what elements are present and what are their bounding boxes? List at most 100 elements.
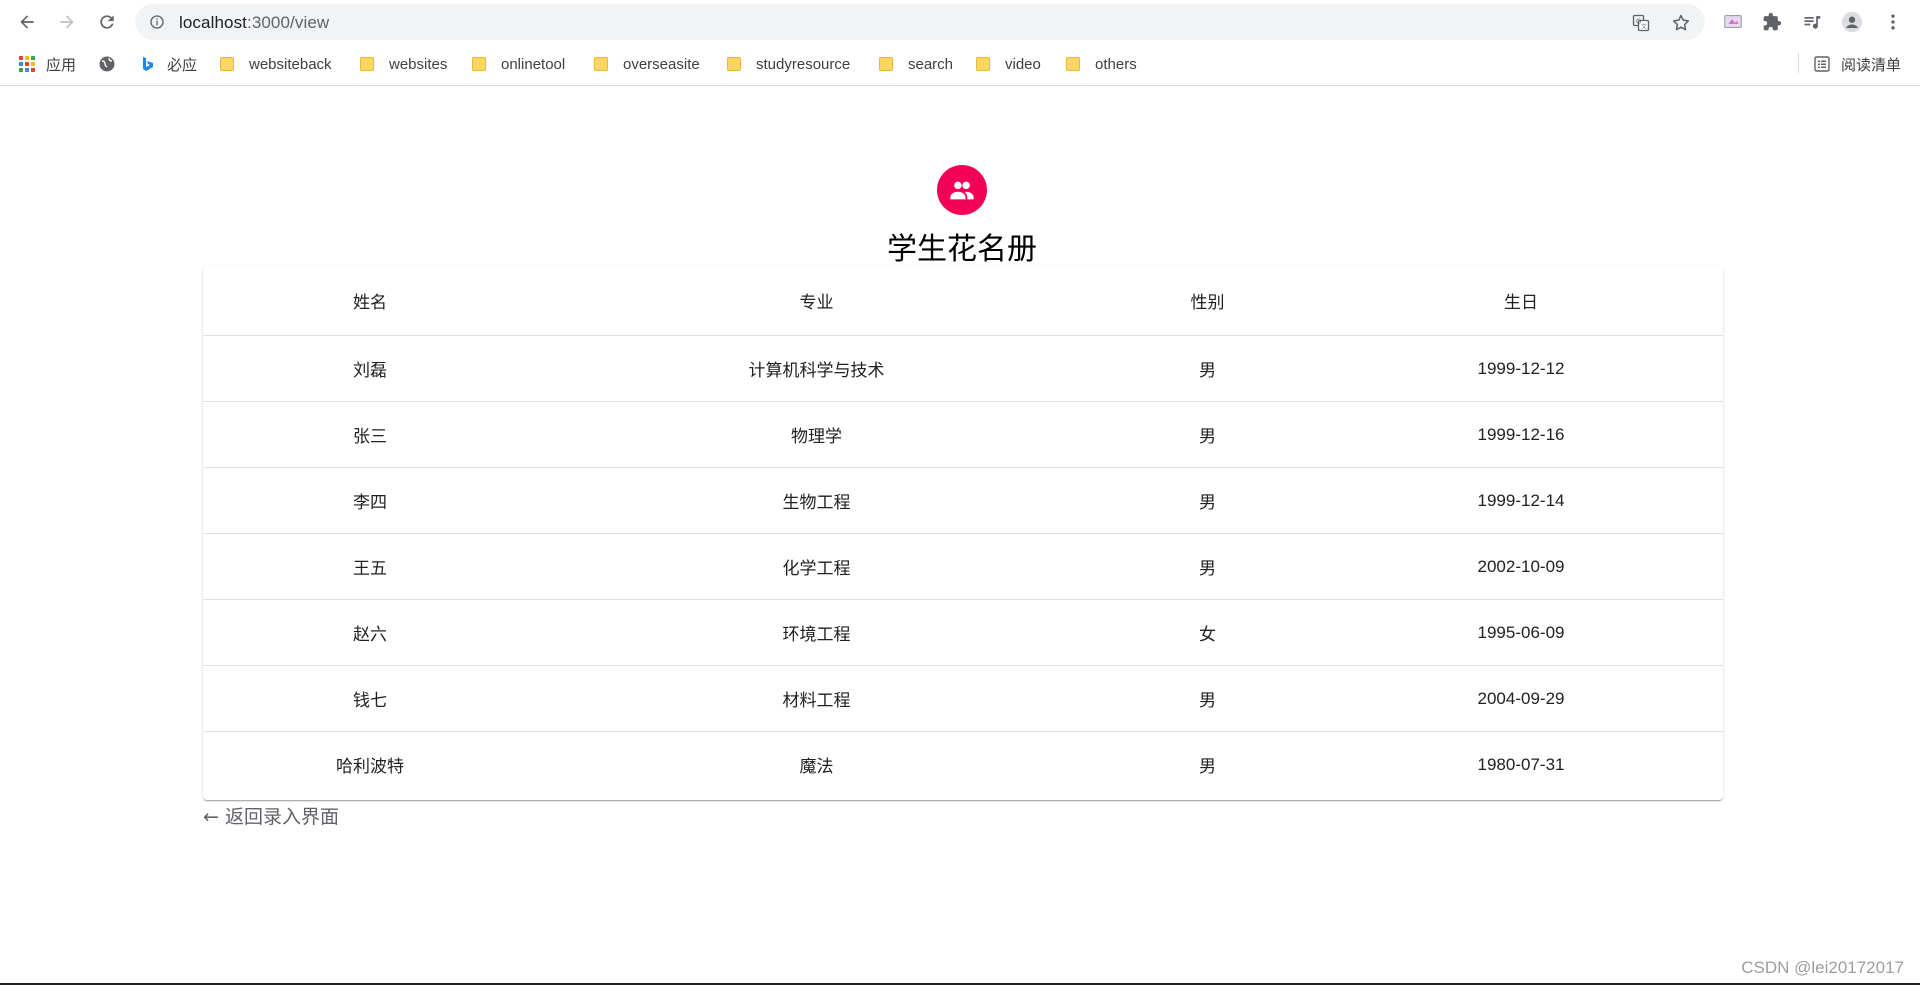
bookmark-label: others [1095, 55, 1137, 73]
watermark: CSDN @lei20172017 [1741, 958, 1904, 977]
cell-name: 赵六 [203, 599, 537, 666]
screencast-icon[interactable] [1722, 11, 1744, 33]
cell-gender: 男 [1096, 401, 1319, 468]
cell-major: 环境工程 [537, 599, 1096, 666]
folder-icon [472, 57, 486, 71]
column-header-major: 专业 [537, 266, 1096, 336]
globe-icon [99, 56, 115, 72]
roster-avatar [937, 165, 987, 215]
cell-major: 物理学 [537, 401, 1096, 468]
bookmark-apps[interactable]: 应用 [19, 53, 76, 75]
media-queue-icon[interactable] [1801, 11, 1823, 33]
bookmark-label: 必应 [167, 56, 198, 74]
bookmark-label: overseasite [623, 55, 700, 73]
url-text[interactable]: localhost:3000/view [179, 13, 329, 33]
bookmark-folder-others[interactable]: others [1066, 53, 1137, 75]
bookmark-folder-video[interactable]: video [976, 53, 1041, 75]
roster-table: 姓名 专业 性别 生日 刘磊 计算机科学与技术 男 1999-12-12 张三 … [203, 266, 1723, 797]
extensions-puzzle-icon[interactable] [1761, 11, 1783, 33]
profile-avatar-icon[interactable] [1841, 11, 1863, 33]
bookmark-label: video [1005, 55, 1041, 73]
folder-icon [727, 57, 741, 71]
cell-birthday: 1999-12-16 [1319, 401, 1723, 468]
table-header: 姓名 专业 性别 生日 [203, 266, 1723, 336]
back-arrow-icon[interactable] [13, 8, 41, 36]
cell-gender: 男 [1096, 665, 1319, 732]
cell-gender: 男 [1096, 533, 1319, 600]
bookmark-label: onlinetool [501, 55, 566, 73]
cell-gender: 男 [1199, 757, 1216, 777]
folder-icon [594, 57, 608, 71]
cell-birthday: 2004-09-29 [1319, 665, 1723, 732]
table-row: 刘磊 计算机科学与技术 男 1999-12-12 [203, 335, 1723, 402]
folder-icon [360, 57, 374, 71]
bookmark-folder-search[interactable]: search [879, 53, 953, 75]
bookmark-star-icon[interactable] [1671, 13, 1691, 33]
address-bar[interactable]: localhost:3000/view G 文 [135, 4, 1705, 40]
more-vertical-icon[interactable] [1882, 11, 1904, 33]
cell-major: 魔法 [799, 757, 834, 777]
cell-major: 化学工程 [537, 533, 1096, 600]
bookmark-folder-websites[interactable]: websites [360, 53, 447, 75]
bookmarks-bar: 应用 必应 websiteback websites onlinetool ov… [0, 43, 1920, 86]
cell-gender: 女 [1096, 599, 1319, 666]
url-host: localhost [179, 13, 247, 32]
cell-name: 王五 [203, 533, 537, 600]
student-roster-table: 姓名 专业 性别 生日 刘磊 计算机科学与技术 男 1999-12-12 张三 … [203, 266, 1723, 800]
table-body: 刘磊 计算机科学与技术 男 1999-12-12 张三 物理学 男 1999-1… [203, 335, 1723, 798]
cell-birthday: 1999-12-14 [1319, 467, 1723, 534]
bookmark-globe[interactable] [99, 53, 126, 75]
cell-name: 钱七 [203, 665, 537, 732]
apps-grid-icon [19, 56, 35, 72]
column-header-birthday: 生日 [1319, 266, 1723, 336]
bookmark-label: studyresource [756, 55, 851, 73]
info-icon[interactable] [149, 14, 165, 30]
cell-major: 材料工程 [537, 665, 1096, 732]
bookmark-label: search [908, 55, 954, 73]
back-to-input-link[interactable]: ← 返回录入界面 [203, 802, 339, 829]
column-header-name: 姓名 [203, 266, 537, 336]
cell-gender: 男 [1096, 467, 1319, 534]
table-row: 李四 生物工程 男 1999-12-14 [203, 467, 1723, 534]
bookmark-label: websiteback [249, 55, 332, 73]
folder-icon [976, 57, 990, 71]
bookmark-label: websites [389, 55, 448, 73]
people-icon [950, 181, 974, 200]
cell-birthday: 1980-07-31 [1477, 754, 1565, 774]
cell-major: 计算机科学与技术 [537, 335, 1096, 402]
cell-birthday: 2002-10-09 [1319, 533, 1723, 600]
cell-name: 刘磊 [203, 335, 537, 402]
url-path: :3000/view [247, 13, 330, 32]
cell-name: 哈利波特 [336, 757, 404, 777]
bookmark-folder-websiteback[interactable]: websiteback [220, 53, 332, 75]
reading-list-icon [1814, 56, 1830, 72]
bookmark-folder-onlinetool[interactable]: onlinetool [472, 53, 565, 75]
header-row: 姓名 专业 性别 生日 [203, 266, 1723, 336]
bookmark-folder-studyresource[interactable]: studyresource [727, 53, 850, 75]
bookmark-folder-overseasite[interactable]: overseasite [594, 53, 700, 75]
cell-gender: 男 [1096, 335, 1319, 402]
cell-name: 李四 [203, 467, 537, 534]
reading-list-button[interactable]: 阅读清单 [1814, 53, 1901, 75]
bing-icon [143, 57, 153, 71]
reload-icon[interactable] [93, 8, 121, 36]
table-row: 王五 化学工程 男 2002-10-09 [203, 533, 1723, 600]
folder-icon [220, 57, 234, 71]
translate-icon[interactable]: G 文 [1631, 13, 1651, 33]
bookmarks-divider [1798, 53, 1799, 73]
cell-birthday: 1999-12-12 [1319, 335, 1723, 402]
folder-icon [1066, 57, 1080, 71]
cell-name: 张三 [203, 401, 537, 468]
cell-birthday: 1995-06-09 [1319, 599, 1723, 666]
table-row: 赵六 环境工程 女 1995-06-09 [203, 599, 1723, 666]
bookmark-bing[interactable]: 必应 [140, 53, 197, 75]
bookmark-label: 应用 [46, 56, 77, 74]
page-title: 学生花名册 [887, 232, 1037, 267]
folder-icon [879, 57, 893, 71]
reading-list-label: 阅读清单 [1841, 56, 1902, 74]
forward-arrow-icon[interactable] [53, 8, 81, 36]
svg-text:文: 文 [1641, 22, 1647, 30]
table-row: 哈利波特 魔法 男 1980-07-31 [203, 732, 1723, 798]
table-row: 钱七 材料工程 男 2004-09-29 [203, 665, 1723, 732]
browser-toolbar: localhost:3000/view G 文 [0, 0, 1920, 43]
